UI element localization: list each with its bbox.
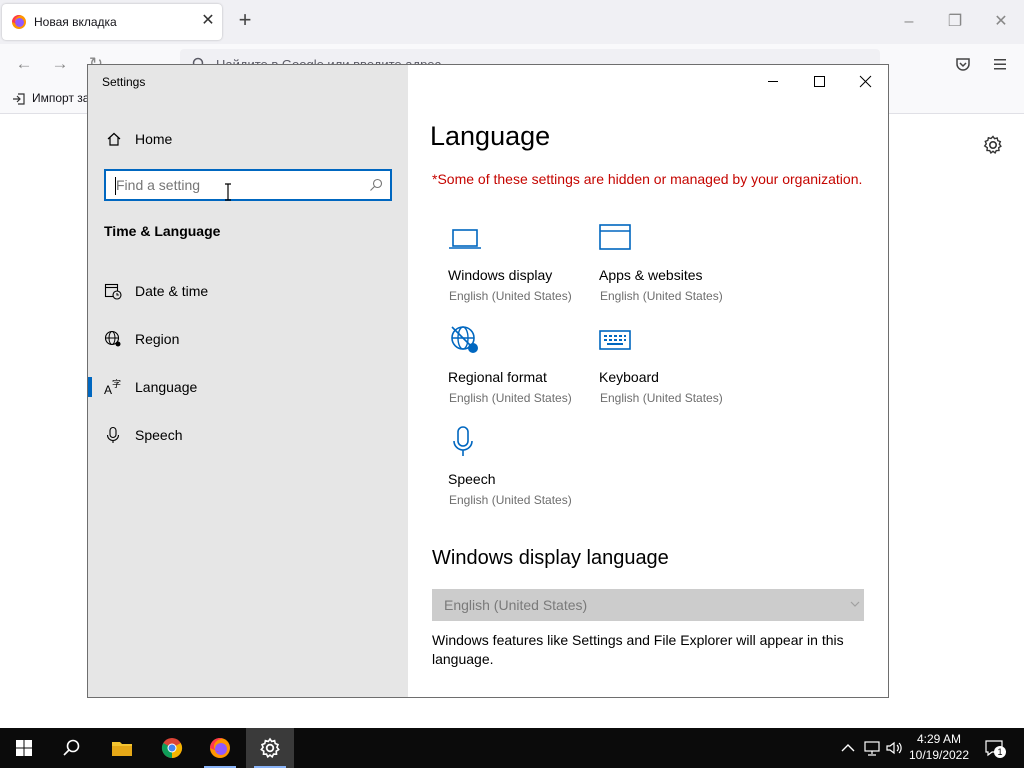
- action-center-button[interactable]: 1: [984, 738, 1008, 758]
- search-icon: [370, 178, 383, 191]
- chevron-down-icon: [850, 601, 860, 607]
- tile-label: Apps & websites: [599, 267, 703, 283]
- clock-date: 10/19/2022: [908, 748, 970, 762]
- firefox-icon: [210, 738, 230, 758]
- tile-value: English (United States): [449, 289, 572, 303]
- taskbar: 4:29 AM 10/19/2022 1: [0, 728, 1024, 768]
- display-language-dropdown[interactable]: English (United States): [432, 589, 864, 621]
- sidebar-item-label: Language: [135, 379, 198, 395]
- close-window-icon[interactable]: ✕: [989, 10, 1013, 34]
- window-icon: [599, 224, 631, 250]
- home-button[interactable]: Home: [104, 127, 384, 151]
- minimize-button[interactable]: [750, 65, 796, 97]
- sidebar-item-label: Speech: [135, 427, 183, 443]
- import-icon: [13, 93, 25, 105]
- chrome-icon: [161, 738, 183, 759]
- settings-window: Settings Home Find a setting Time & Lang…: [87, 64, 889, 698]
- display-language-heading: Windows display language: [432, 547, 669, 569]
- tile-value: English (United States): [600, 289, 723, 303]
- maximize-icon: [814, 76, 825, 87]
- globe-format-icon: [451, 326, 478, 353]
- sidebar-item-language[interactable]: A 字 Language: [88, 367, 408, 407]
- tile-regional-format[interactable]: Regional format English (United States): [448, 323, 598, 413]
- settings-main: Language *Some of these settings are hid…: [408, 65, 888, 697]
- tile-label: Keyboard: [599, 369, 659, 385]
- new-tab-button[interactable]: +: [234, 9, 256, 32]
- forward-icon[interactable]: →: [50, 54, 70, 74]
- globe-icon: [104, 330, 121, 347]
- network-icon[interactable]: [862, 738, 882, 758]
- home-icon: [107, 132, 121, 146]
- microphone-icon: [453, 426, 473, 456]
- svg-text:A: A: [104, 383, 112, 396]
- sidebar-item-label: Date & time: [135, 283, 209, 299]
- tile-apps-websites[interactable]: Apps & websites English (United States): [599, 221, 749, 311]
- svg-text:字: 字: [112, 378, 121, 390]
- sidebar-item-label: Region: [135, 331, 180, 347]
- search-button[interactable]: [48, 728, 96, 768]
- tile-label: Regional format: [448, 369, 547, 385]
- text-cursor-icon: [225, 183, 231, 201]
- sidebar-item-speech[interactable]: Speech: [88, 415, 408, 455]
- clock-time: 4:29 AM: [916, 732, 962, 746]
- restore-icon[interactable]: ❐: [943, 10, 967, 34]
- start-button[interactable]: [0, 728, 48, 768]
- tile-label: Windows display: [448, 267, 553, 283]
- managed-notice: *Some of these settings are hidden or ma…: [432, 171, 863, 187]
- pocket-icon[interactable]: [955, 56, 971, 72]
- minimize-icon: [768, 81, 778, 82]
- dropdown-value: English (United States): [444, 597, 588, 613]
- search-input[interactable]: Find a setting: [104, 169, 392, 201]
- language-icon: A 字: [104, 378, 121, 396]
- folder-icon: [112, 742, 132, 756]
- hamburger-menu-icon[interactable]: [992, 56, 1008, 72]
- tile-value: English (United States): [600, 391, 723, 405]
- tile-windows-display[interactable]: Windows display English (United States): [448, 221, 598, 311]
- window-title: Settings: [102, 75, 146, 89]
- chevron-up-icon[interactable]: [838, 738, 858, 758]
- gear-icon: [260, 737, 280, 759]
- maximize-button[interactable]: [796, 65, 842, 97]
- keyboard-icon: [599, 330, 631, 350]
- system-clock[interactable]: 4:29 AM 10/19/2022: [906, 731, 972, 763]
- back-icon[interactable]: ←: [14, 54, 34, 74]
- sidebar-item-region[interactable]: Region: [88, 319, 408, 359]
- browser-tab[interactable]: Новая вкладка ✕: [2, 4, 222, 40]
- tile-speech[interactable]: Speech English (United States): [448, 425, 598, 515]
- close-tab-icon[interactable]: ✕: [198, 11, 218, 31]
- page-title: Language: [430, 121, 551, 151]
- selected-indicator: [88, 377, 92, 397]
- gear-icon[interactable]: [982, 134, 1004, 156]
- section-heading: Time & Language: [104, 223, 221, 239]
- import-bookmarks-link[interactable]: Импорт за: [32, 91, 89, 105]
- settings-taskbar-button[interactable]: [246, 728, 294, 768]
- volume-icon[interactable]: [884, 738, 904, 758]
- close-icon: [859, 75, 872, 88]
- tile-label: Speech: [448, 471, 496, 487]
- tile-value: English (United States): [449, 493, 572, 507]
- laptop-icon: [449, 229, 481, 249]
- close-button[interactable]: [842, 65, 888, 97]
- home-label: Home: [135, 131, 173, 147]
- search-icon: [63, 739, 80, 756]
- notification-badge: 1: [994, 746, 1006, 758]
- windows-logo-icon: [16, 740, 32, 756]
- minimize-icon[interactable]: –: [897, 10, 921, 34]
- tab-title: Новая вкладка: [34, 15, 117, 29]
- calendar-clock-icon: [104, 283, 122, 300]
- tile-keyboard[interactable]: Keyboard English (United States): [599, 323, 749, 413]
- file-explorer-button[interactable]: [98, 728, 146, 768]
- chrome-button[interactable]: [148, 728, 196, 768]
- sidebar-item-date-time[interactable]: Date & time: [88, 271, 408, 311]
- settings-sidebar: Settings Home Find a setting Time & Lang…: [88, 65, 408, 697]
- microphone-icon: [106, 426, 120, 443]
- search-placeholder: Find a setting: [116, 177, 201, 193]
- tile-value: English (United States): [449, 391, 572, 405]
- display-language-description: Windows features like Settings and File …: [432, 632, 844, 667]
- firefox-button[interactable]: [196, 728, 244, 768]
- browser-tab-bar: Новая вкладка ✕ + – ❐ ✕: [0, 0, 1024, 44]
- firefox-icon: [12, 15, 26, 29]
